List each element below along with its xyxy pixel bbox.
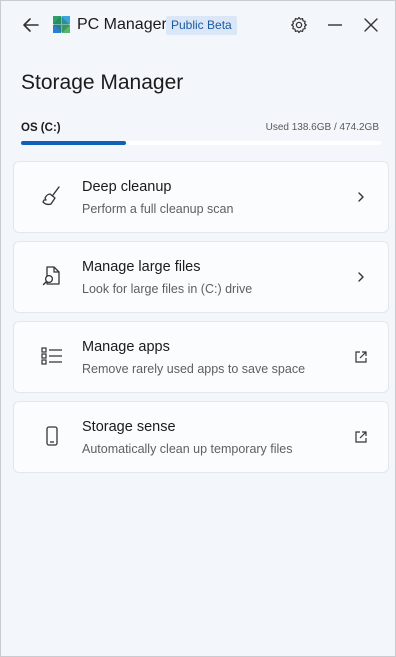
- drive-label: OS (C:): [21, 122, 61, 134]
- open-external-icon: [352, 348, 370, 366]
- broom-icon: [38, 182, 66, 210]
- close-icon: [364, 18, 378, 32]
- public-beta-badge: Public Beta: [166, 16, 237, 35]
- pc-manager-logo-icon: [53, 16, 70, 33]
- chevron-right-icon: [352, 188, 370, 206]
- app-title: PC Manager: [77, 16, 167, 33]
- title-bar: PC Manager Public Beta: [1, 1, 395, 49]
- minimize-button[interactable]: [324, 14, 346, 36]
- card-title: Storage sense: [82, 419, 176, 435]
- minimize-icon: [328, 24, 342, 26]
- phone-icon: [38, 422, 66, 450]
- chevron-right-icon: [352, 268, 370, 286]
- manage-apps-card[interactable]: Manage apps Remove rarely used apps to s…: [13, 321, 389, 393]
- card-subtitle: Remove rarely used apps to save space: [82, 362, 306, 376]
- file-search-icon: [38, 262, 66, 290]
- card-title: Manage large files: [82, 259, 201, 275]
- settings-button[interactable]: [288, 14, 310, 36]
- storage-usage-bar: [21, 141, 381, 145]
- list-icon: [38, 342, 66, 370]
- card-subtitle: Automatically clean up temporary files: [82, 442, 293, 456]
- back-button[interactable]: [20, 14, 42, 36]
- card-subtitle: Perform a full cleanup scan: [82, 202, 234, 216]
- gear-icon: [291, 16, 307, 34]
- manage-large-files-card[interactable]: Manage large files Look for large files …: [13, 241, 389, 313]
- card-subtitle: Look for large files in (C:) drive: [82, 282, 253, 296]
- storage-sense-card[interactable]: Storage sense Automatically clean up tem…: [13, 401, 389, 473]
- open-external-icon: [352, 428, 370, 446]
- card-title: Deep cleanup: [82, 179, 172, 195]
- card-title: Manage apps: [82, 339, 170, 355]
- close-button[interactable]: [360, 14, 382, 36]
- page-title: Storage Manager: [21, 71, 184, 94]
- deep-cleanup-card[interactable]: Deep cleanup Perform a full cleanup scan: [13, 161, 389, 233]
- pc-manager-window: PC Manager Public Beta Storage Manager O…: [0, 0, 396, 657]
- back-arrow-icon: [23, 18, 39, 32]
- storage-usage-fill: [21, 141, 127, 145]
- drive-usage-text: Used 138.6GB / 474.2GB: [265, 122, 379, 133]
